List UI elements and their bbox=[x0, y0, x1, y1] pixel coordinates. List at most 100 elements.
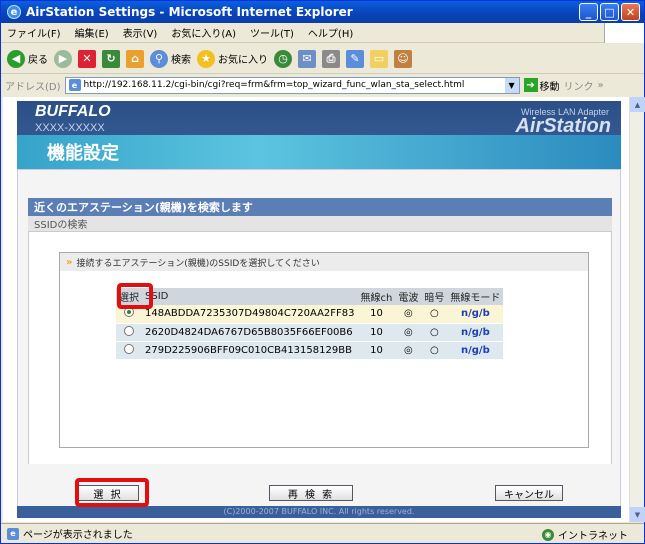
col-ssid: SSID bbox=[142, 288, 358, 305]
copyright-footer: (C)2000-2007 BUFFALO INC. All rights res… bbox=[17, 506, 621, 518]
scan-panel: » 接続するエアステーション(親機)のSSIDを選択してください 選択 SSID… bbox=[28, 232, 612, 464]
messenger-icon[interactable]: ☺ bbox=[394, 49, 412, 68]
signal-cell: ◎ bbox=[395, 305, 422, 324]
favorites-label: お気に入り bbox=[218, 55, 268, 66]
ssid-cell: 279D225906BFF09C010CB413158129BB bbox=[142, 341, 358, 360]
col-mode: 無線モード bbox=[447, 288, 504, 305]
page-title: 機能設定 bbox=[17, 135, 621, 169]
menu-file[interactable]: ファイル(F) bbox=[7, 25, 61, 40]
links-chevron-icon[interactable]: » bbox=[598, 80, 604, 91]
home-icon[interactable]: ⌂ bbox=[126, 49, 144, 68]
page-content: BUFFALO XXXX-XXXXX Wireless LAN Adapter … bbox=[3, 97, 629, 522]
vertical-scrollbar[interactable]: ▲ ▼ bbox=[629, 97, 645, 522]
scroll-down-icon[interactable]: ▼ bbox=[630, 507, 645, 522]
buffalo-header: BUFFALO XXXX-XXXXX Wireless LAN Adapter … bbox=[17, 101, 621, 169]
browser-window: e AirStation Settings - Microsoft Intern… bbox=[0, 0, 645, 544]
ssid-radio[interactable] bbox=[124, 325, 134, 336]
ssid-table: 選択 SSID 無線ch 電波 暗号 無線モード 148ABDDA7235307… bbox=[116, 288, 504, 360]
zone-indicator: ◉ イントラネット bbox=[542, 527, 628, 542]
section-subtitle: SSIDの検索 bbox=[28, 216, 612, 232]
ssid-radio[interactable] bbox=[124, 343, 134, 354]
go-button[interactable]: ➔ 移動 bbox=[523, 78, 560, 93]
menu-tools[interactable]: ツール(T) bbox=[250, 25, 294, 40]
close-button[interactable]: ✕ bbox=[621, 3, 640, 21]
table-row[interactable]: 148ABDDA7235307D49804C720AA2FF83 10 ◎ ○ … bbox=[116, 305, 504, 324]
table-row[interactable]: 2620D4824DA6767D65B8035F66EF00B6 10 ◎ ○ … bbox=[116, 323, 504, 342]
table-header: 選択 SSID 無線ch 電波 暗号 無線モード bbox=[116, 288, 504, 305]
select-cell bbox=[116, 341, 142, 360]
refresh-icon[interactable]: ↻ bbox=[102, 49, 120, 68]
search-button[interactable]: ⚲ 検索 bbox=[150, 49, 191, 68]
title-bar: e AirStation Settings - Microsoft Intern… bbox=[1, 1, 644, 23]
page-icon: e bbox=[7, 527, 19, 540]
ie-icon: e bbox=[7, 5, 21, 19]
mode-cell: n/g/b bbox=[447, 305, 504, 324]
minimize-button[interactable]: _ bbox=[579, 3, 598, 21]
menu-help[interactable]: ヘルプ(H) bbox=[308, 25, 353, 40]
ssid-cell: 148ABDDA7235307D49804C720AA2FF83 bbox=[142, 305, 358, 324]
status-bar: e ページが表示されました ◉ イントラネット bbox=[1, 523, 644, 543]
search-icon: ⚲ bbox=[150, 49, 168, 68]
edit-icon[interactable]: ✎ bbox=[346, 49, 364, 68]
model-number: XXXX-XXXXX bbox=[35, 122, 105, 134]
encryption-cell: ○ bbox=[421, 323, 448, 342]
forward-button[interactable]: ▶ bbox=[54, 49, 72, 68]
back-label: 戻る bbox=[28, 55, 48, 66]
intranet-icon: ◉ bbox=[542, 528, 554, 541]
col-channel: 無線ch bbox=[357, 288, 396, 305]
brand-logo: BUFFALO bbox=[35, 103, 111, 120]
back-arrow-icon: ◀ bbox=[7, 49, 25, 68]
settings-content: 近くのエアステーション(親機)を検索します SSIDの検索 » 接続するエアステ… bbox=[17, 169, 621, 514]
maximize-button[interactable]: □ bbox=[600, 3, 619, 21]
col-encryption: 暗号 bbox=[421, 288, 448, 305]
page-icon: e bbox=[68, 79, 81, 91]
address-dropdown-icon[interactable]: ▼ bbox=[504, 77, 519, 93]
highlight-select-box bbox=[75, 478, 149, 507]
highlight-radio-box bbox=[117, 283, 153, 309]
address-label: アドレス(D) bbox=[5, 81, 61, 93]
status-text: ページが表示されました bbox=[23, 530, 133, 541]
zone-text: イントラネット bbox=[558, 531, 628, 542]
go-arrow-icon: ➔ bbox=[523, 78, 538, 92]
stop-icon[interactable]: ✕ bbox=[78, 49, 96, 68]
signal-cell: ◎ bbox=[395, 323, 422, 342]
history-icon[interactable]: ◷ bbox=[274, 49, 292, 68]
encryption-cell: ○ bbox=[421, 305, 448, 324]
folder-icon[interactable]: ▭ bbox=[370, 49, 388, 68]
links-label[interactable]: リンク bbox=[564, 78, 594, 93]
print-icon[interactable]: ⎙ bbox=[322, 49, 340, 68]
address-bar: アドレス(D) e http://192.168.11.2/cgi-bin/cg… bbox=[1, 75, 644, 95]
search-label: 検索 bbox=[171, 55, 191, 66]
address-input[interactable]: e http://192.168.11.2/cgi-bin/cgi?req=fr… bbox=[64, 76, 520, 94]
favorites-button[interactable]: ★ お気に入り bbox=[197, 49, 268, 68]
star-icon: ★ bbox=[197, 49, 215, 68]
rescan-button[interactable]: 再 検 索 bbox=[269, 485, 353, 501]
mail-icon[interactable]: ✉ bbox=[298, 49, 316, 68]
channel-cell: 10 bbox=[357, 341, 396, 360]
signal-cell: ◎ bbox=[395, 341, 422, 360]
toolbar: ◀ 戻る ▶ ✕ ↻ ⌂ ⚲ 検索 ★ お気に入り ◷ ✉ ⎙ ✎ ▭ ☺ bbox=[1, 44, 644, 74]
ssid-cell: 2620D4824DA6767D65B8035F66EF00B6 bbox=[142, 323, 358, 342]
col-signal: 電波 bbox=[395, 288, 422, 305]
instruction-bar: » 接続するエアステーション(親機)のSSIDを選択してください bbox=[60, 253, 588, 271]
table-row[interactable]: 279D225906BFF09C010CB413158129BB 10 ◎ ○ … bbox=[116, 341, 504, 360]
menu-bar: ファイル(F) 編集(E) 表示(V) お気に入り(A) ツール(T) ヘルプ(… bbox=[1, 23, 644, 43]
cancel-button[interactable]: キャンセル bbox=[495, 485, 563, 501]
instruction-text: 接続するエアステーション(親機)のSSIDを選択してください bbox=[76, 258, 320, 269]
encryption-cell: ○ bbox=[421, 341, 448, 360]
channel-cell: 10 bbox=[357, 323, 396, 342]
menu-favorites[interactable]: お気に入り(A) bbox=[171, 25, 236, 40]
window-title: AirStation Settings - Microsoft Internet… bbox=[26, 5, 353, 19]
scroll-up-icon[interactable]: ▲ bbox=[630, 97, 645, 112]
menu-view[interactable]: 表示(V) bbox=[123, 25, 158, 40]
section-title: 近くのエアステーション(親機)を検索します bbox=[28, 198, 612, 216]
mode-cell: n/g/b bbox=[447, 323, 504, 342]
back-button[interactable]: ◀ 戻る bbox=[7, 49, 48, 68]
address-url: http://192.168.11.2/cgi-bin/cgi?req=frm&… bbox=[83, 80, 465, 90]
go-label: 移動 bbox=[539, 81, 560, 93]
double-chevron-icon: » bbox=[66, 256, 73, 268]
select-cell bbox=[116, 323, 142, 342]
menu-edit[interactable]: 編集(E) bbox=[75, 25, 109, 40]
mode-cell: n/g/b bbox=[447, 341, 504, 360]
channel-cell: 10 bbox=[357, 305, 396, 324]
